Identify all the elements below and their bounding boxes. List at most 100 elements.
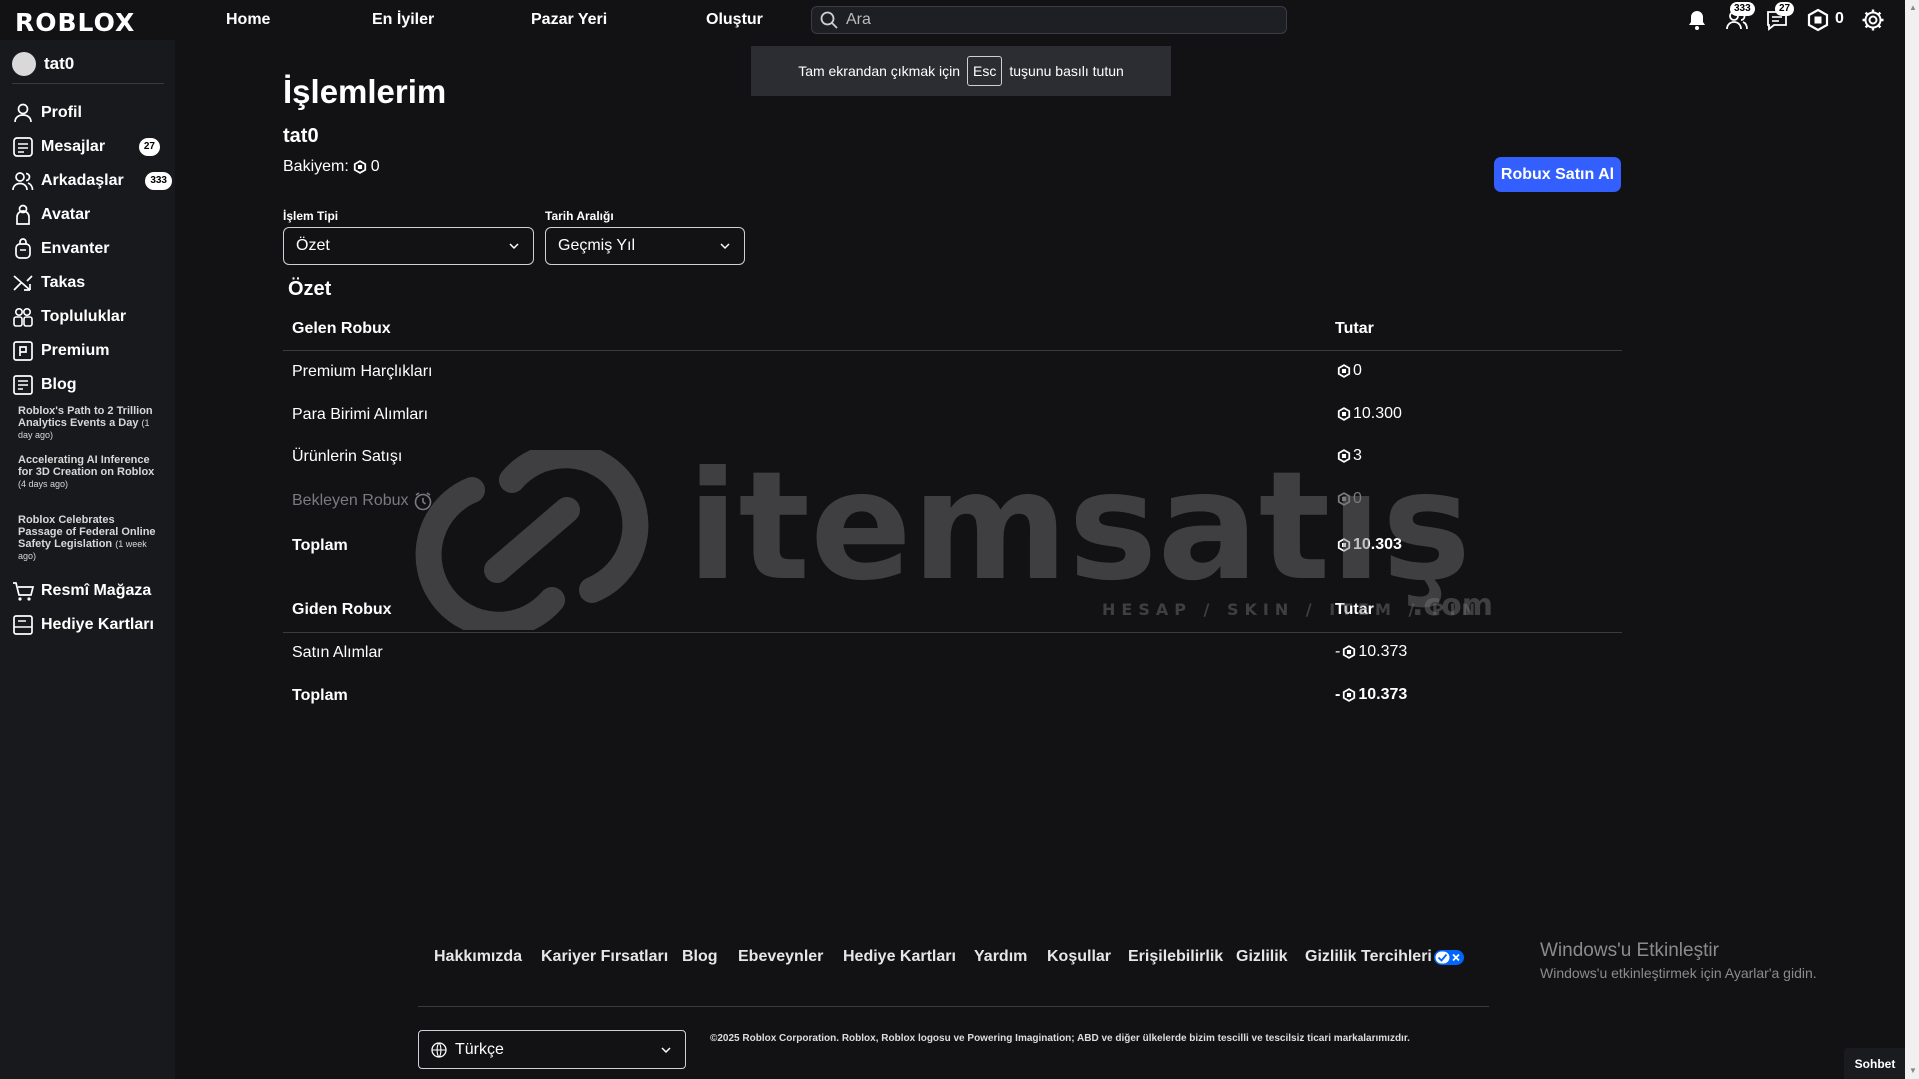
friends-count-badge: 333 [1730, 2, 1755, 16]
windows-activation-title: Windows'u Etkinleştir [1540, 940, 1719, 961]
search-bar[interactable] [811, 6, 1287, 34]
nav-home[interactable]: Home [226, 11, 270, 29]
chat-button[interactable]: Sohbet [1844, 1048, 1906, 1079]
pending-clock-icon[interactable] [413, 491, 433, 511]
language-value: Türkçe [455, 1040, 504, 1058]
sidebar-item-trade[interactable]: Takas [12, 272, 172, 294]
amount-value: 0 [1353, 490, 1362, 507]
sidebar-item-avatar[interactable]: Avatar [12, 204, 172, 226]
date-range-select[interactable]: Geçmiş Yıl [545, 227, 745, 265]
premium-stipends-amount: 0 [1337, 362, 1362, 380]
toast-text-after: tuşunu basılı tutun [1009, 63, 1124, 79]
avatar[interactable] [12, 52, 36, 76]
friends-icon [12, 172, 34, 191]
shop-icon [13, 582, 34, 601]
profile-icon [14, 103, 32, 123]
watermark-brand-text: itemsatış [687, 450, 1471, 614]
sidebar-item-friends[interactable]: Arkadaşlar 333 [12, 170, 172, 192]
nav-create[interactable]: Oluştur [706, 11, 763, 29]
blog-post-title: Roblox's Path to 2 Trillion Analytics Ev… [18, 405, 153, 429]
purchases-label: Satın Alımlar [292, 644, 383, 661]
blog-icon [13, 375, 33, 395]
pending-robux-amount: 0 [1337, 490, 1362, 508]
sidebar-item-gift-cards[interactable]: Hediye Kartları [12, 614, 172, 636]
incoming-total-label: Toplam [292, 537, 348, 554]
windows-activation-subtitle: Windows'u etkinleştirmek için Ayarlar'a … [1540, 965, 1817, 981]
sidebar-item-inventory[interactable]: Envanter [12, 238, 172, 260]
search-icon [820, 11, 838, 29]
item-sales-amount: 3 [1337, 447, 1362, 465]
copyright-text: ©2025 Roblox Corporation. Roblox, Roblox… [710, 1033, 1410, 1044]
nav-marketplace[interactable]: Pazar Yeri [531, 11, 607, 29]
footer-link-about[interactable]: Hakkımızda [434, 948, 522, 966]
transaction-type-select[interactable]: Özet [283, 227, 534, 265]
blog-post-link[interactable]: Roblox's Path to 2 Trillion Analytics Ev… [18, 405, 158, 441]
privacy-choices-toggle-icon [1433, 949, 1464, 965]
roblox-logo[interactable]: ROBLOX [15, 8, 135, 37]
footer-link-parents[interactable]: Ebeveynler [738, 948, 823, 966]
friends-count-badge: 333 [145, 172, 172, 190]
footer-link-careers[interactable]: Kariyer Fırsatları [541, 948, 668, 966]
toast-text-before: Tam ekrandan çıkmak için [798, 63, 961, 79]
language-select[interactable]: Türkçe [418, 1030, 686, 1069]
blog-post-link[interactable]: Accelerating AI Inference for 3D Creatio… [18, 454, 158, 490]
footer-link-help[interactable]: Yardım [974, 948, 1027, 966]
footer-link-terms[interactable]: Koşullar [1047, 948, 1111, 966]
amount-value: 0 [1353, 362, 1362, 379]
blog-post-link[interactable]: Roblox Celebrates Passage of Federal Onl… [18, 514, 158, 562]
nav-charts[interactable]: En İyiler [372, 11, 434, 29]
username-label: tat0 [283, 125, 319, 147]
blog-post-title: Accelerating AI Inference for 3D Creatio… [18, 454, 155, 478]
messages-count-badge: 27 [138, 138, 160, 156]
robux-icon [1343, 645, 1356, 659]
robux-balance[interactable]: 0 [1835, 10, 1844, 28]
sidebar-user[interactable]: tat0 [12, 52, 74, 76]
scroll-up-arrow-icon[interactable]: ▲ [1909, 3, 1917, 12]
footer-link-privacy[interactable]: Gizlilik [1236, 948, 1288, 966]
search-input[interactable] [846, 11, 1266, 29]
scroll-down-arrow-icon[interactable]: ▼ [1909, 1066, 1917, 1075]
robux-icon[interactable] [1806, 8, 1830, 32]
sidebar-item-official-store[interactable]: Resmî Mağaza [12, 580, 172, 602]
amount-value: 10.303 [1353, 536, 1402, 553]
messages-icon [13, 137, 33, 157]
footer-link-accessibility[interactable]: Erişilebilirlik [1128, 948, 1223, 966]
watermark-domain: .com [1412, 588, 1493, 623]
footer-link-gift-cards[interactable]: Hediye Kartları [843, 948, 956, 966]
sidebar-item-messages[interactable]: Mesajlar 27 [12, 136, 172, 158]
sidebar-item-label: Envanter [41, 240, 110, 257]
amount-value: 10.373 [1358, 686, 1408, 703]
watermark-tagline: HESAP / SKIN / ITEM / PIN [1102, 600, 1481, 619]
footer-link-privacy-preferences[interactable]: Gizlilik Tercihleri [1305, 948, 1464, 966]
notifications-bell-icon[interactable] [1685, 8, 1709, 32]
amount-value: 10.373 [1358, 643, 1408, 660]
settings-gear-icon[interactable] [1861, 8, 1885, 32]
page-scrollbar[interactable] [1905, 0, 1919, 1079]
chevron-down-icon [720, 243, 730, 250]
balance-row: Bakiyem: 0 [283, 158, 380, 176]
table-divider [283, 350, 1622, 351]
sidebar-username[interactable]: tat0 [44, 54, 74, 74]
sidebar-item-label: Takas [41, 274, 86, 291]
sidebar-item-blog[interactable]: Blog [12, 374, 172, 396]
chevron-down-icon [661, 1047, 671, 1054]
blog-post-age: (4 days ago) [18, 479, 69, 489]
date-range-value: Geçmiş Yıl [558, 237, 636, 254]
buy-robux-button[interactable]: Robux Satın Al [1494, 157, 1621, 192]
item-sales-label: Ürünlerin Satışı [292, 448, 403, 465]
robux-icon [1337, 492, 1351, 506]
premium-icon [13, 341, 33, 361]
footer-link-blog[interactable]: Blog [682, 948, 718, 966]
sidebar-item-communities[interactable]: Topluluklar [12, 306, 172, 328]
sidebar-item-profile[interactable]: Profil [12, 102, 172, 124]
premium-stipends-label: Premium Harçlıkları [292, 363, 433, 380]
left-sidebar: tat0 Profil Mesajlar 27 Arkadaşlar 333 A… [0, 40, 175, 1079]
currency-purchases-amount: 10.300 [1337, 405, 1402, 423]
date-range-label: Tarih Aralığı [545, 209, 614, 223]
sidebar-item-premium[interactable]: Premium [12, 340, 172, 362]
amount-header: Tutar [1335, 320, 1374, 337]
balance-label: Bakiyem: [283, 158, 349, 175]
balance-value: 0 [370, 158, 380, 175]
globe-icon [431, 1041, 447, 1058]
footer-divider [418, 1006, 1489, 1007]
